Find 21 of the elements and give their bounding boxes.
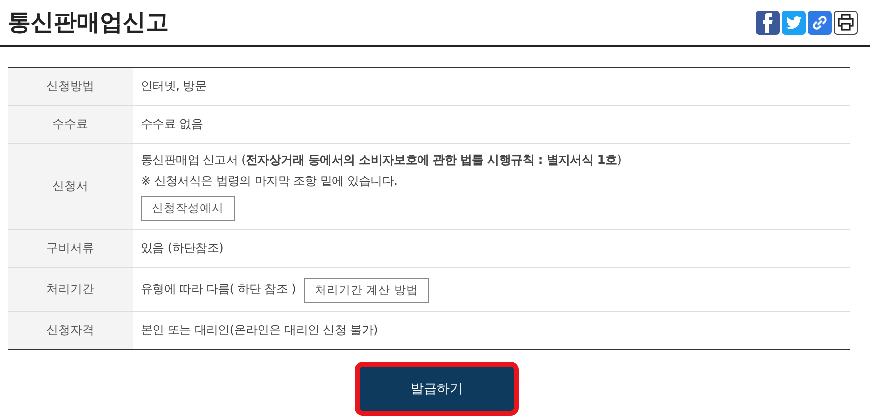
twitter-icon[interactable] <box>782 10 806 34</box>
row-value: 인터넷, 방문 <box>141 78 207 95</box>
row-value: 본인 또는 대리인(온라인은 대리인 신청 불가) <box>141 322 378 339</box>
row-label: 수수료 <box>8 106 133 143</box>
row-label: 신청자격 <box>8 312 133 349</box>
row-label: 구비서류 <box>8 230 133 267</box>
row-value: 유형에 따라 다름( 하단 참조 ) <box>141 281 296 298</box>
page-title: 통신판매업신고 <box>8 9 169 38</box>
link-icon[interactable] <box>808 10 832 34</box>
row-label: 처리기간 <box>8 268 133 311</box>
secondary-button[interactable]: 처리기간 계산 방법 <box>304 278 430 303</box>
secondary-button[interactable]: 신청작성예시 <box>141 196 235 221</box>
facebook-icon[interactable] <box>756 10 780 34</box>
row-value: 통신판매업 신고서 (전자상거래 등에서의 소비자보호에 관한 법률 시행규칙 : 별지서식 1호) <box>141 152 622 169</box>
row-label: 신청방법 <box>8 68 133 105</box>
row-value: ※ 신청서식은 법령의 마지막 조항 밑에 있습니다. <box>141 173 398 190</box>
row-label: 신청서 <box>8 144 133 229</box>
print-icon[interactable] <box>834 10 858 34</box>
issue-button[interactable]: 발급하기 <box>355 362 519 416</box>
row-value: 있음 (하단참조) <box>141 240 224 257</box>
row-value: 수수료 없음 <box>141 116 204 133</box>
